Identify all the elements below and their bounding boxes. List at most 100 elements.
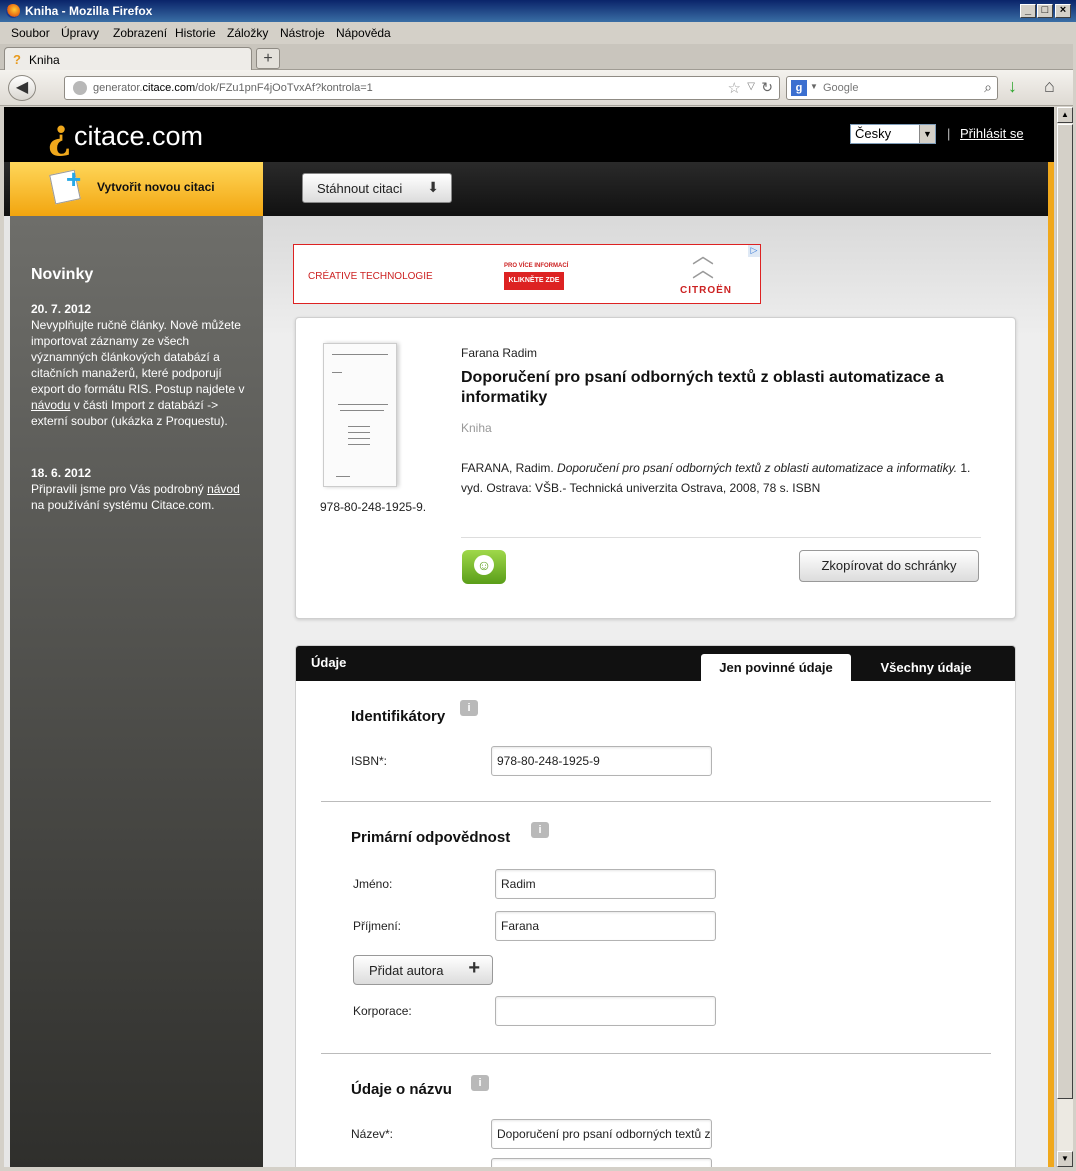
ad-brand: CITROËN (680, 285, 732, 296)
news-item: 20. 7. 2012 Nevyplňujte ručně články. No… (31, 301, 246, 429)
downloads-icon[interactable]: ↓ (1008, 76, 1017, 97)
tab-kniha[interactable]: ? Kniha (4, 47, 252, 71)
divider (321, 801, 991, 802)
window-title: Kniha - Mozilla Firefox (25, 4, 153, 18)
title-input[interactable]: Doporučení pro psaní odborných textů z o… (491, 1119, 712, 1149)
menu-napoveda[interactable]: Nápověda (336, 26, 391, 40)
sidebar: Novinky 20. 7. 2012 Nevyplňujte ručně čl… (10, 216, 263, 1167)
download-icon: ⬇ (427, 179, 439, 195)
download-citation-button[interactable]: Stáhnout citaci ⬇ (302, 173, 452, 203)
scrollbar-thumb[interactable] (1057, 124, 1073, 1099)
tab-strip: ? Kniha + (0, 44, 1076, 71)
news-link[interactable]: návodu (31, 398, 70, 412)
plus-icon: + (468, 957, 480, 979)
menu-soubor[interactable]: Soubor (11, 26, 50, 40)
citroen-logo-icon: ︿ ︿ (692, 243, 715, 282)
window-titlebar: Kniha - Mozilla Firefox _ □ × (0, 0, 1076, 22)
section-title-heading: Údaje o názvu (351, 1081, 452, 1098)
search-input[interactable]: Google (823, 82, 858, 94)
ad-cta-button[interactable]: KLIKNĚTE ZDE (504, 272, 564, 290)
tab-all-fields[interactable]: Všechny údaje (866, 654, 986, 682)
create-citation-button[interactable]: + Vytvořit novou citaci (10, 162, 263, 216)
cover-caption: 978-80-248-1925-9. (320, 500, 427, 514)
title-label: Název*: (351, 1127, 394, 1141)
copy-to-clipboard-button[interactable]: Zkopírovat do schránky (799, 550, 979, 582)
section-primary-heading: Primární odpovědnost (351, 829, 511, 846)
minimize-button[interactable]: _ (1020, 4, 1036, 18)
last-name-label: Příjmení: (353, 919, 402, 933)
info-icon[interactable]: i (471, 1075, 489, 1091)
site-identity-icon[interactable] (73, 81, 87, 95)
back-button[interactable]: ◀ (8, 75, 36, 101)
download-label: Stáhnout citaci (317, 181, 403, 196)
login-link[interactable]: Přihlásit se (960, 126, 1024, 141)
ad-choices-icon[interactable]: ▷ (748, 245, 760, 257)
site-header: ¿ citace.com Česky ▼ | Přihlásit se (4, 107, 1054, 162)
menu-historie[interactable]: Historie (175, 26, 216, 40)
book-type: Kniha (461, 421, 492, 435)
google-engine-icon[interactable]: g (791, 80, 807, 96)
engine-dropdown-icon[interactable]: ▼ (810, 82, 818, 91)
advert-banner[interactable]: CRÉATIVE TECHNOLOGIE PRO VÍCE INFORMACÍ … (293, 244, 761, 304)
info-icon[interactable]: i (460, 700, 478, 716)
scroll-down-icon[interactable]: ▼ (1057, 1151, 1073, 1167)
news-date: 18. 6. 2012 (31, 466, 92, 480)
logo-text: citace.com (74, 121, 204, 151)
maximize-button[interactable]: □ (1037, 4, 1053, 18)
divider (461, 537, 981, 538)
firefox-icon (6, 4, 20, 18)
add-author-label: Přidat autora (369, 963, 444, 978)
citace-favicon-icon: ? (13, 52, 21, 67)
search-bar[interactable]: g ▼ Google ⌕ (786, 76, 998, 100)
accent-strip (1048, 162, 1054, 1167)
isbn-input[interactable]: 978-80-248-1925-9 (491, 746, 712, 776)
menu-bar: Soubor Úpravy Zobrazení Historie Záložky… (0, 22, 1076, 44)
create-citation-label: Vytvořit novou citaci (97, 180, 215, 194)
url-bar[interactable]: generator.citace.com/dok/FZu1pnF4jOoTvxA… (64, 76, 780, 100)
web-page: ¿ citace.com Česky ▼ | Přihlásit se + Vy… (4, 107, 1054, 1167)
language-select[interactable]: Česky ▼ (850, 124, 936, 144)
bookmark-star-icon[interactable]: ☆ (728, 79, 741, 97)
language-value: Česky (855, 126, 892, 141)
form-title: Údaje (311, 655, 347, 670)
menu-zobrazeni[interactable]: Zobrazení (113, 26, 167, 40)
tab-label: Kniha (29, 53, 60, 67)
first-name-label: Jméno: (353, 877, 393, 891)
tab-required-fields[interactable]: Jen povinné údaje (701, 654, 851, 682)
home-icon[interactable]: ⌂ (1044, 76, 1055, 97)
reload-icon[interactable]: ↻ (761, 79, 773, 96)
window-frame (0, 1167, 1076, 1171)
new-tab-button[interactable]: + (256, 48, 280, 69)
ad-info-text: PRO VÍCE INFORMACÍ (504, 263, 569, 269)
book-author: Farana Radim (461, 346, 538, 360)
citation-form: Údaje Jen povinné údaje Všechny údaje Id… (295, 645, 1016, 1167)
divider (321, 1053, 991, 1054)
news-date: 20. 7. 2012 (31, 302, 92, 316)
citation-text: FARANA, Radim. Doporučení pro psaní odbo… (461, 461, 971, 495)
navigation-bar: ◀ generator.citace.com/dok/FZu1pnF4jOoTv… (0, 70, 1076, 106)
first-name-input[interactable]: Radim (495, 869, 716, 899)
url-dropdown-icon[interactable]: ▽ (747, 81, 755, 92)
scroll-up-icon[interactable]: ▲ (1057, 107, 1073, 123)
header-separator: | (947, 126, 951, 141)
corporation-input[interactable] (495, 996, 716, 1026)
last-name-input[interactable]: Farana (495, 911, 716, 941)
corporation-label: Korporace: (353, 1004, 412, 1018)
search-icon[interactable]: ⌕ (984, 79, 992, 96)
section-identifiers-heading: Identifikátory (351, 708, 446, 725)
menu-upravy[interactable]: Úpravy (61, 26, 99, 40)
isbn-label: ISBN*: (351, 754, 388, 768)
subtitle-input[interactable] (491, 1158, 712, 1167)
logo-mark-icon: ¿ (48, 111, 72, 158)
url-text: generator.citace.com/dok/FZu1pnF4jOoTvxA… (93, 82, 373, 94)
menu-zalozky[interactable]: Záložky (227, 26, 268, 40)
news-link[interactable]: návod (207, 482, 240, 496)
chevron-down-icon[interactable]: ▼ (919, 125, 935, 143)
form-header: Údaje Jen povinné údaje Všechny údaje (296, 646, 1015, 682)
vertical-scrollbar[interactable]: ▲ ▼ (1056, 107, 1073, 1167)
feedback-smiley-icon[interactable]: ☺ (462, 550, 506, 584)
close-button[interactable]: × (1055, 4, 1071, 18)
add-author-button[interactable]: Přidat autora + (353, 955, 493, 985)
info-icon[interactable]: i (531, 822, 549, 838)
menu-nastroje[interactable]: Nástroje (280, 26, 325, 40)
